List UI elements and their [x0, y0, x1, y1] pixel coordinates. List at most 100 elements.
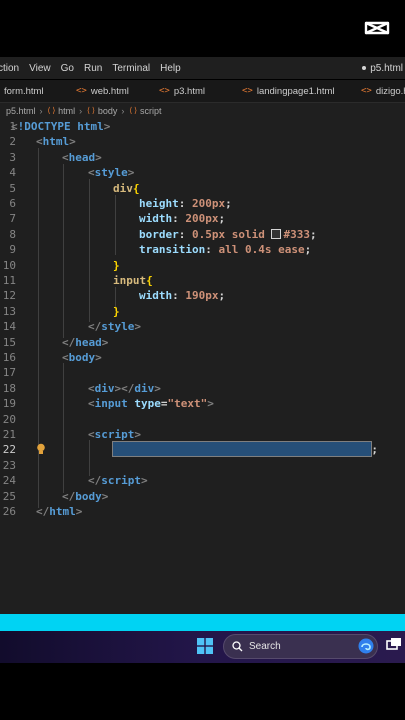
- code-line[interactable]: <style>: [88, 165, 134, 180]
- editor-tabs: form.html <> web.html <> p3.html <> land…: [0, 80, 405, 103]
- menu-item-go[interactable]: Go: [61, 63, 74, 74]
- indent-guide: [89, 440, 90, 476]
- code-line[interactable]: <script>: [88, 427, 141, 442]
- breadcrumb-item-file[interactable]: p5.html: [6, 106, 36, 116]
- menu-item-terminal[interactable]: Terminal: [112, 63, 150, 74]
- code-token: body: [75, 489, 102, 503]
- menu-item-view[interactable]: View: [29, 63, 51, 74]
- tab-dizigo[interactable]: <> dizigo.h: [361, 80, 405, 102]
- code-token: div: [94, 381, 115, 395]
- lightbulb-icon[interactable]: [36, 443, 46, 455]
- code-token: border: [139, 227, 179, 241]
- breadcrumb-item-script[interactable]: script: [140, 106, 162, 116]
- code-token: ;: [309, 227, 317, 241]
- menu-item-run[interactable]: Run: [84, 63, 102, 74]
- color-swatch-icon[interactable]: [271, 228, 282, 239]
- code-line[interactable]: <div></div>: [88, 381, 161, 396]
- code-line[interactable]: <input type="text">: [88, 396, 214, 411]
- line-number: 17: [2, 366, 16, 380]
- code-token: script: [94, 428, 135, 441]
- code-token: width: [139, 289, 173, 303]
- breadcrumb: p5.html › ⟨⟩ html › ⟨⟩ body › ⟨⟩ script: [0, 103, 405, 118]
- code-token: !DOCTYPE html: [17, 120, 104, 133]
- tab-label: form.html: [4, 85, 44, 97]
- code-token: >: [75, 505, 83, 518]
- line-number: 12: [2, 289, 16, 303]
- taskbar-search[interactable]: Search: [223, 634, 378, 659]
- line-number: 21: [2, 428, 16, 441]
- code-line[interactable]: div{: [113, 181, 140, 196]
- html-file-icon: <>: [242, 86, 253, 96]
- code-token: }: [113, 304, 120, 318]
- code-token: ;: [225, 197, 232, 210]
- code-line[interactable]: </html>: [36, 504, 82, 519]
- menu-item-selection[interactable]: ction: [0, 63, 19, 74]
- line-number: 11: [2, 274, 16, 287]
- line-number: 20: [2, 412, 16, 426]
- breadcrumb-item-html[interactable]: html: [58, 106, 75, 116]
- code-token: ;: [304, 243, 312, 257]
- code-token: html: [49, 505, 76, 518]
- code-line[interactable]: <html>: [36, 134, 76, 149]
- code-token: 200px: [192, 197, 226, 210]
- code-line[interactable]: </head>: [62, 335, 108, 350]
- code-token: 200px: [185, 212, 219, 226]
- code-line[interactable]: </script>: [88, 473, 148, 488]
- tab-p3[interactable]: <> p3.html: [159, 80, 205, 102]
- code-line[interactable]: height: 200px;: [139, 196, 232, 211]
- code-token: >: [207, 397, 214, 411]
- line-number: 10: [2, 258, 16, 272]
- html-element-icon: ⟨⟩: [46, 106, 57, 115]
- line-number: 9: [9, 243, 16, 257]
- line-number: 26: [2, 505, 16, 518]
- code-token: >: [95, 351, 102, 364]
- indent-guide: [63, 363, 64, 493]
- code-line[interactable]: </style>: [88, 319, 141, 334]
- code-token: width: [139, 212, 173, 226]
- code-line[interactable]: }: [113, 304, 120, 319]
- code-token: >: [69, 135, 76, 149]
- search-label: Search: [249, 641, 281, 652]
- code-token: :: [178, 227, 192, 241]
- tab-web[interactable]: <> web.html: [76, 80, 129, 102]
- code-token: style: [94, 166, 128, 180]
- code-token: :: [178, 197, 192, 210]
- code-token: >: [101, 335, 109, 349]
- menu-item-help[interactable]: Help: [160, 63, 181, 74]
- code-line[interactable]: width: 190px;: [139, 288, 225, 303]
- tab-form[interactable]: form.html: [4, 80, 44, 102]
- code-token: <: [88, 166, 95, 180]
- windows-start-icon[interactable]: [197, 638, 213, 654]
- code-line[interactable]: border: 0.5px solid #333;: [139, 227, 317, 242]
- code-line[interactable]: width: 200px;: [139, 211, 225, 226]
- task-view-icon[interactable]: [384, 636, 404, 656]
- code-line[interactable]: <body>: [62, 350, 102, 365]
- line-number: 19: [2, 397, 16, 411]
- code-line[interactable]: </body>: [62, 489, 108, 504]
- breadcrumb-item-body[interactable]: body: [98, 106, 118, 116]
- code-line[interactable]: <!DOCTYPE html>: [11, 119, 110, 134]
- code-line[interactable]: <head>: [62, 150, 102, 165]
- line-number: 13: [2, 304, 16, 318]
- code-token: script: [101, 474, 141, 488]
- code-token: =: [160, 397, 168, 411]
- copilot-icon[interactable]: [358, 638, 374, 654]
- tab-label: landingpage1.html: [256, 85, 335, 97]
- code-token: <: [88, 397, 95, 411]
- code-line[interactable]: }: [113, 258, 120, 273]
- code-line[interactable]: input{: [113, 273, 153, 288]
- capcut-logo-icon: [364, 21, 390, 35]
- code-token: all 0.4s ease: [218, 243, 305, 257]
- code-token: :: [172, 289, 186, 303]
- breadcrumb-separator-icon: ›: [39, 105, 43, 116]
- line-number: 23: [2, 458, 16, 472]
- line-number: 18: [2, 381, 16, 395]
- code-editor[interactable]: 1 2 3 4 5 6 7 8 9 10 11 12 13 14 15 16 17 18 19 20 21 22 23 24 2…: [0, 118, 405, 614]
- html-file-icon: <>: [361, 86, 372, 96]
- line-number: 7: [9, 212, 16, 226]
- tab-landingpage1[interactable]: <> landingpage1.html: [242, 80, 335, 102]
- code-token: >: [141, 474, 148, 488]
- code-token: >: [95, 150, 102, 164]
- code-line[interactable]: transition: all 0.4s ease;: [139, 242, 311, 257]
- code-token: ;: [371, 443, 378, 457]
